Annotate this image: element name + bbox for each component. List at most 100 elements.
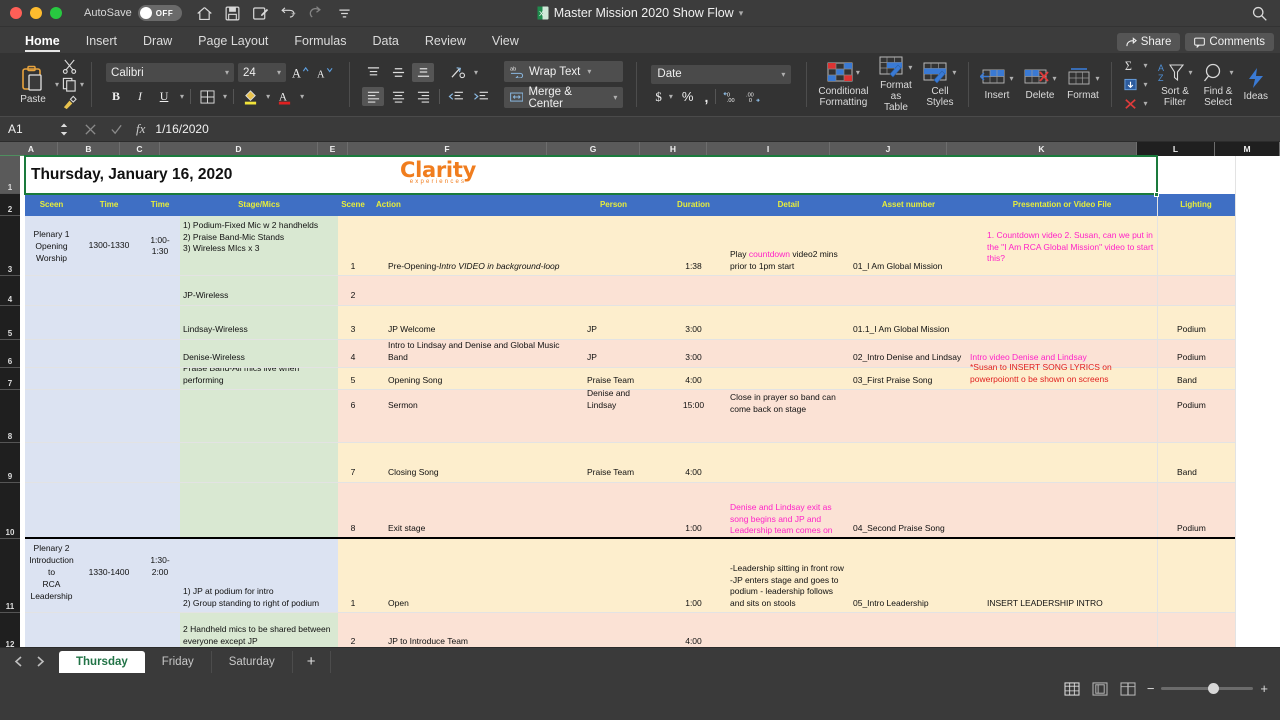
cell-g6[interactable]: JP (567, 340, 660, 368)
cut-button[interactable] (62, 59, 84, 74)
cell-d11[interactable]: 1) JP at podium for intro 2) Group stand… (180, 539, 338, 613)
cell-e6[interactable]: 4 (338, 340, 368, 368)
delete-cells-chevron-down-icon[interactable]: ▾ (1052, 74, 1056, 83)
name-box-spinner[interactable] (60, 123, 68, 136)
save-icon[interactable] (224, 5, 241, 22)
sort-filter-chevron-down-icon[interactable]: ▾ (1189, 68, 1193, 77)
find-select-chevron-down-icon[interactable]: ▾ (1230, 68, 1234, 77)
cell-a1-title[interactable]: Thursday, January 16, 2020 (25, 156, 1157, 194)
font-color-button[interactable]: A (274, 87, 294, 106)
row-header-4[interactable]: 4 (0, 276, 20, 306)
cell-e5[interactable]: 3 (338, 306, 368, 340)
paste-button[interactable]: Paste (13, 65, 53, 105)
autosum-chevron-down-icon[interactable]: ▾ (1143, 61, 1147, 70)
search-icon[interactable] (1251, 5, 1268, 22)
conditional-formatting-chevron-down-icon[interactable]: ▾ (856, 68, 860, 77)
cell-k3[interactable]: 1. Countdown video 2. Susan, can we put … (967, 216, 1157, 276)
font-color-chevron-down-icon[interactable]: ▾ (300, 92, 304, 101)
cell-h9[interactable]: 4:00 (660, 443, 727, 483)
cell-d4[interactable]: JP-Wireless (180, 276, 338, 306)
page-layout-view-button[interactable] (1091, 681, 1109, 696)
cell-d12[interactable]: 2 Handheld mics to be shared between eve… (180, 613, 338, 647)
cell-c11[interactable]: 1:30-2:00 (140, 539, 180, 579)
increase-font-size-button[interactable]: A (290, 63, 310, 82)
bold-button[interactable]: B (106, 87, 126, 106)
autosave-toggle[interactable]: OFF (137, 5, 182, 21)
cell-f3[interactable]: Pre-Opening-Intro VIDEO in background-lo… (368, 216, 567, 276)
column-header-j[interactable]: J (830, 142, 947, 156)
cell-f7[interactable]: Opening Song (368, 368, 567, 390)
autosum-button[interactable]: Σ ▾ (1123, 57, 1147, 74)
format-as-table-chevron-down-icon[interactable]: ▾ (908, 63, 912, 72)
sheet-tab-thursday[interactable]: Thursday (59, 650, 145, 673)
italic-button[interactable]: I (130, 87, 150, 106)
column-header-c[interactable]: C (120, 142, 160, 156)
insert-cells-button[interactable]: ▾ Insert (975, 68, 1018, 101)
header-lighting[interactable]: Lighting (1157, 194, 1235, 216)
document-title[interactable]: Master Mission 2020 Show Flow (554, 6, 734, 20)
column-header-f[interactable]: F (348, 142, 547, 156)
format-cells-chevron-down-icon[interactable]: ▾ (1095, 74, 1099, 83)
cell-j7[interactable]: 03_First Praise Song (850, 368, 967, 390)
orientation-button[interactable] (447, 63, 469, 82)
fill-color-chevron-down-icon[interactable]: ▾ (266, 92, 270, 101)
cell-k11[interactable]: INSERT LEADERSHIP INTRO (967, 539, 1157, 613)
next-sheet-icon[interactable] (36, 656, 45, 667)
cancel-icon[interactable] (84, 123, 97, 136)
tab-insert[interactable]: Insert (73, 34, 130, 53)
currency-format-button[interactable]: $ (655, 89, 662, 105)
cell-e4[interactable]: 2 (338, 276, 368, 306)
header-stage-mics[interactable]: Stage/Mics (180, 194, 338, 216)
row-header-2[interactable]: 2 (0, 194, 20, 216)
fill-button[interactable]: ▾ (1123, 76, 1148, 93)
cell-l7[interactable]: Band (1157, 368, 1235, 390)
align-left-button[interactable] (362, 87, 385, 106)
header-detail[interactable]: Detail (727, 194, 850, 216)
cell-f11[interactable]: Open (368, 539, 567, 613)
column-header-a[interactable]: A (5, 142, 58, 156)
header-person[interactable]: Person (567, 194, 660, 216)
cell-h6[interactable]: 3:00 (660, 340, 727, 368)
comma-format-button[interactable]: , (704, 89, 708, 105)
align-right-button[interactable] (412, 87, 434, 106)
wrap-text-chevron-down-icon[interactable]: ▾ (587, 67, 591, 76)
add-sheet-button[interactable]: + (293, 650, 331, 673)
delete-cells-button[interactable]: ▾ Delete (1018, 68, 1061, 101)
cell-a3[interactable]: Plenary 1 Opening Worship (25, 216, 78, 276)
clear-button[interactable]: ▾ (1123, 95, 1148, 112)
fill-handle[interactable] (1154, 192, 1159, 197)
cell-h3[interactable]: 1:38 (660, 216, 727, 276)
orientation-chevron-down-icon[interactable]: ▾ (474, 68, 478, 77)
format-cells-button[interactable]: ▾ Format (1061, 68, 1104, 101)
copy-chevron-down-icon[interactable]: ▾ (80, 80, 84, 89)
cell-b11[interactable]: 1330-1400 (78, 539, 140, 579)
cell-h5[interactable]: 3:00 (660, 306, 727, 340)
cell-i3[interactable]: Play countdown video2 mins prior to 1pm … (727, 216, 850, 276)
row-header-7[interactable]: 7 (0, 368, 20, 390)
window-controls[interactable] (0, 7, 62, 19)
previous-sheet-icon[interactable] (14, 656, 23, 667)
cell-f6[interactable]: Intro to Lindsay and Denise and Global M… (368, 340, 567, 368)
column-header-m[interactable]: M (1215, 142, 1280, 156)
format-as-table-button[interactable]: ▾ Format as Table (873, 56, 918, 113)
underline-button[interactable]: U (154, 87, 174, 106)
normal-view-button[interactable] (1063, 681, 1081, 696)
row4-fill[interactable] (338, 276, 1235, 306)
clear-chevron-down-icon[interactable]: ▾ (1143, 99, 1147, 108)
cell-j5[interactable]: 01.1_I Am Global Mission (850, 306, 967, 340)
find-select-button[interactable]: ▾ Find & Select (1198, 62, 1239, 108)
cell-c3[interactable]: 1:00-1:30 (140, 216, 180, 276)
redo-icon[interactable] (308, 5, 325, 22)
header-time-2[interactable]: Time (140, 194, 180, 216)
chevron-down-icon[interactable]: ▾ (739, 8, 744, 19)
currency-chevron-down-icon[interactable]: ▾ (669, 92, 673, 101)
row-header-9[interactable]: 9 (0, 443, 20, 483)
increase-indent-button[interactable] (470, 87, 492, 106)
column-header-e[interactable]: E (318, 142, 348, 156)
zoom-out-button[interactable]: − (1147, 681, 1155, 696)
customize-icon[interactable] (336, 5, 353, 22)
column-header-d[interactable]: D (160, 142, 318, 156)
comments-button[interactable]: Comments (1185, 33, 1274, 51)
decrease-font-size-button[interactable]: A (314, 63, 334, 82)
cell-g5[interactable]: JP (567, 306, 660, 340)
